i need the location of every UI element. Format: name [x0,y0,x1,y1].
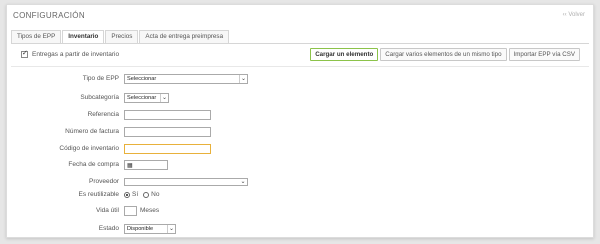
row-vida-util: Vida útil Meses [7,205,159,216]
row-proveedor: Proveedor ⌄ [7,176,248,187]
chevron-down-icon: ⌄ [240,178,246,185]
tipo-epp-label: Tipo de EPP [82,75,119,82]
subcategoria-label: Subcategoría [80,94,119,101]
vida-util-unit: Meses [140,207,160,214]
referencia-label: Referencia [87,111,119,118]
import-csv-button[interactable]: Importar EPP vía CSV [508,48,580,61]
page-title: CONFIGURACIÓN [13,11,85,20]
tab-bar: Tipos de EPP Inventario Precios Acta de … [11,30,230,43]
proveedor-select[interactable]: ⌄ [124,177,248,186]
row-numero-factura: Número de factura [7,126,211,137]
row-es-reutilizable: Es reutilizable Sí No [7,189,164,200]
vida-util-label: Vida útil [95,207,119,214]
back-link[interactable]: ‹‹ Volver [563,12,585,18]
codigo-inventario-label: Código de inventario [59,145,119,152]
row-referencia: Referencia [7,109,211,120]
reutilizable-si-label: Sí [132,191,139,198]
config-panel: CONFIGURACIÓN ‹‹ Volver Tipos de EPP Inv… [6,4,594,238]
reutilizable-si-radio[interactable] [124,191,130,198]
vida-util-input[interactable] [124,205,137,216]
row-tipo-epp: Tipo de EPP Seleccionar ⌄ [7,73,248,84]
numero-factura-label: Número de factura [65,128,119,135]
proveedor-label: Proveedor [89,178,119,185]
chevron-down-icon: ⌄ [239,74,247,83]
chevron-down-icon: ⌄ [167,224,175,233]
estado-select[interactable]: Disponible ⌄ [124,223,176,234]
inventory-checkbox-label: Entregas a partir de inventario [32,51,120,58]
reutilizable-no-radio[interactable] [143,191,150,198]
calendar-icon[interactable]: ▦ [127,162,133,169]
fecha-compra-label: Fecha de compra [68,161,119,168]
row-codigo-inventario: Código de inventario [7,143,211,154]
tipo-epp-value: Seleccionar [127,75,157,82]
subcategoria-value: Seleccionar [127,94,157,101]
chevron-down-icon: ⌄ [160,93,168,102]
inventory-toggle-row: ✓ Entregas a partir de inventario [21,50,120,58]
load-multiple-button[interactable]: Cargar varios elementos de un mismo tipo [380,48,507,61]
estado-label: Estado [98,225,119,232]
subcategoria-select[interactable]: Seleccionar ⌄ [124,92,169,103]
referencia-input[interactable] [124,109,211,120]
numero-factura-input[interactable] [124,126,211,137]
action-buttons: Cargar un elemento Cargar varios element… [308,48,580,61]
fecha-compra-input[interactable]: ▦ [124,159,168,170]
section-divider [11,66,589,67]
reutilizable-no-label: No [151,191,160,198]
row-subcategoria: Subcategoría Seleccionar ⌄ [7,92,169,103]
estado-value: Disponible [127,225,154,232]
tab-divider [11,43,589,44]
inventory-checkbox[interactable]: ✓ [21,50,28,58]
tab-tipos-epp[interactable]: Tipos de EPP [11,30,62,43]
row-estado: Estado Disponible ⌄ [7,223,176,234]
es-reutilizable-label: Es reutilizable [78,191,119,198]
check-icon: ✓ [22,50,28,57]
codigo-inventario-input[interactable] [124,143,211,154]
tipo-epp-select[interactable]: Seleccionar ⌄ [124,73,248,84]
tab-acta-entrega[interactable]: Acta de entrega preimpresa [139,30,230,43]
row-fecha-compra: Fecha de compra ▦ [7,159,168,170]
load-item-button[interactable]: Cargar un elemento [310,48,379,61]
tab-precios[interactable]: Precios [105,30,139,43]
tab-inventario[interactable]: Inventario [62,30,105,43]
